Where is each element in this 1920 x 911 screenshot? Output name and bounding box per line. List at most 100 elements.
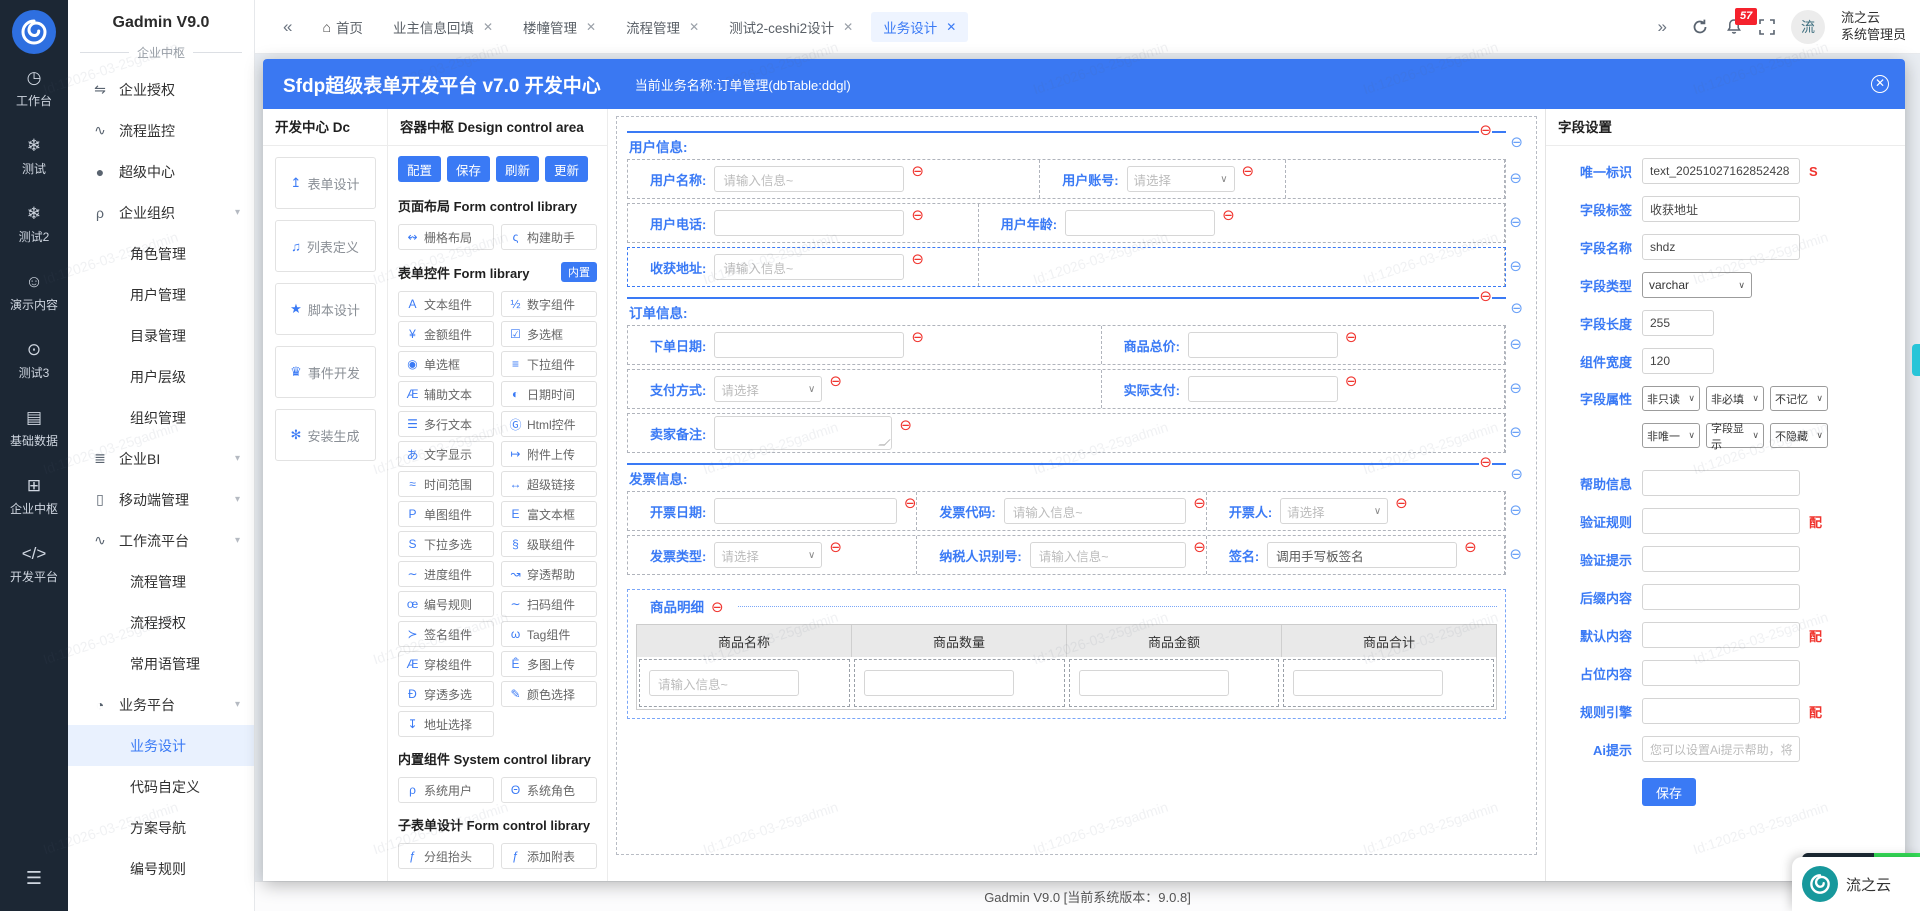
component-button[interactable]: ↝穿透帮助 <box>501 561 597 587</box>
remove-row-icon[interactable]: ⊖ <box>1509 171 1522 186</box>
component-button[interactable]: Æ辅助文本 <box>398 381 494 407</box>
component-button[interactable]: あ文字显示 <box>398 441 494 467</box>
tabs-expand-icon[interactable]: » <box>1650 17 1675 37</box>
delete-group-icon[interactable]: ⊖ <box>1479 123 1492 138</box>
remove-row-icon[interactable]: ⊖ <box>1509 425 1522 440</box>
delete-subtable-icon[interactable]: ⊖ <box>711 600 724 615</box>
component-button[interactable]: ƒ添加附表 <box>501 843 597 869</box>
settings-input[interactable]: 收获地址 <box>1642 196 1800 222</box>
field-input[interactable]: 请输入信息~ <box>1030 542 1186 568</box>
sidebar-subitem-18[interactable]: 方案导航 <box>68 807 254 848</box>
delete-field-icon[interactable]: ⊖ <box>1464 540 1477 555</box>
delete-field-icon[interactable]: ⊖ <box>904 496 917 511</box>
tab-4[interactable]: 测试2-ceshi2设计✕ <box>717 12 865 42</box>
field-input[interactable] <box>714 332 904 358</box>
remove-row-icon[interactable]: ⊖ <box>1509 259 1522 274</box>
rail-item-5[interactable]: ▤基础数据 <box>10 408 58 449</box>
component-button[interactable]: ς构建助手 <box>501 224 597 250</box>
list-define-button[interactable]: ♫列表定义 <box>275 220 376 272</box>
fullscreen-icon[interactable] <box>1759 19 1775 35</box>
refresh-icon[interactable] <box>1691 18 1709 36</box>
canvas-row-0-1[interactable]: 用户电话:⊖用户年龄:⊖⊖ <box>627 203 1506 243</box>
canvas-row-1-2[interactable]: 卖家备注:⊖⊖ <box>627 413 1506 453</box>
tab-3[interactable]: 流程管理✕ <box>614 12 711 42</box>
delete-field-icon[interactable]: ⊖ <box>1222 208 1235 223</box>
user-info[interactable]: 流之云 系统管理员 <box>1841 10 1906 44</box>
remove-row-icon[interactable]: ⊖ <box>1509 547 1522 562</box>
sidebar-subitem-6[interactable]: 目录管理 <box>68 315 254 356</box>
remove-row-icon[interactable]: ⊖ <box>1509 337 1522 352</box>
canvas-row-1-1[interactable]: 支付方式:请选择∨⊖实际支付:⊖⊖ <box>627 369 1506 409</box>
save-button[interactable]: 保存 <box>447 156 490 182</box>
user-avatar[interactable]: 流 <box>1791 10 1825 44</box>
component-button[interactable]: Æ穿梭组件 <box>398 651 494 677</box>
delete-field-icon[interactable]: ⊖ <box>1345 330 1358 345</box>
component-button[interactable]: ◐日期时间 <box>501 381 597 407</box>
field-input[interactable] <box>1188 332 1338 358</box>
sidebar-item-15[interactable]: ◔业务平台▾ <box>68 684 254 725</box>
tab-close-icon[interactable]: ✕ <box>586 20 596 34</box>
field-input[interactable]: 请输入信息~ <box>714 254 904 280</box>
sidebar-subitem-8[interactable]: 组织管理 <box>68 397 254 438</box>
remove-group-icon[interactable]: ⊖ <box>1510 135 1523 150</box>
event-dev-button[interactable]: ♛事件开发 <box>275 346 376 398</box>
component-button[interactable]: P单图组件 <box>398 501 494 527</box>
settings-input[interactable] <box>1642 508 1800 534</box>
settings-input[interactable] <box>1642 584 1800 610</box>
field-select[interactable]: 请选择∨ <box>714 376 822 402</box>
sidebar-item-3[interactable]: ρ企业组织▾ <box>68 192 254 233</box>
delete-group-icon[interactable]: ⊖ <box>1479 455 1492 470</box>
component-button[interactable]: ¥金额组件 <box>398 321 494 347</box>
tab-close-icon[interactable]: ✕ <box>946 20 956 34</box>
component-button[interactable]: ωTag组件 <box>501 621 597 647</box>
subtable-cell-input[interactable] <box>1293 670 1443 696</box>
settings-input[interactable] <box>1642 546 1800 572</box>
rail-item-3[interactable]: ☺演示内容 <box>10 272 58 313</box>
delete-field-icon[interactable]: ⊖ <box>829 540 842 555</box>
refresh-button[interactable]: 刷新 <box>496 156 539 182</box>
canvas-row-1-0[interactable]: 下单日期:⊖商品总价:⊖⊖ <box>627 325 1506 365</box>
tab-close-icon[interactable]: ✕ <box>689 20 699 34</box>
settings-input[interactable]: 您可以设置Ai提示帮助，将 <box>1642 736 1800 762</box>
settings-select[interactable]: varchar∨ <box>1642 272 1752 298</box>
field-input[interactable]: 请输入信息~ <box>714 166 904 192</box>
rail-item-4[interactable]: ⊙测试3 <box>10 340 58 381</box>
canvas-row-2-1[interactable]: 发票类型:请选择∨⊖纳税人识别号:请输入信息~⊖签名:调用手写板签名⊖⊖ <box>627 535 1506 575</box>
field-select[interactable]: 请选择∨ <box>714 542 822 568</box>
tab-2[interactable]: 楼幢管理✕ <box>511 12 608 42</box>
sidebar-item-11[interactable]: ∿工作流平台▾ <box>68 520 254 561</box>
settings-attr-select[interactable]: 字段显示∨ <box>1706 423 1764 448</box>
component-button[interactable]: Ê多图上传 <box>501 651 597 677</box>
component-button[interactable]: ↭栅格布局 <box>398 224 494 250</box>
component-button[interactable]: œ编号规则 <box>398 591 494 617</box>
remove-group-icon[interactable]: ⊖ <box>1510 467 1523 482</box>
delete-field-icon[interactable]: ⊖ <box>1242 164 1255 179</box>
sidebar-subitem-12[interactable]: 流程管理 <box>68 561 254 602</box>
settings-config-link[interactable]: 配 <box>1809 512 1822 531</box>
subtable-cell-input[interactable] <box>1079 670 1229 696</box>
settings-input[interactable]: text_20251027162852428 <box>1642 158 1800 184</box>
settings-attr-select[interactable]: 不隐藏∨ <box>1770 423 1828 448</box>
field-input[interactable] <box>714 210 904 236</box>
tab-0[interactable]: ⌂首页 <box>310 12 374 42</box>
field-input[interactable] <box>1188 376 1338 402</box>
rail-item-6[interactable]: ⊞企业中枢 <box>10 476 58 517</box>
subtable-cell-input[interactable] <box>864 670 1014 696</box>
rail-item-7[interactable]: </>开发平台 <box>10 544 58 585</box>
field-textarea[interactable] <box>714 416 892 450</box>
component-button[interactable]: ≈时间范围 <box>398 471 494 497</box>
settings-input[interactable] <box>1642 470 1800 496</box>
delete-group-icon[interactable]: ⊖ <box>1479 289 1492 304</box>
component-button[interactable]: ∼进度组件 <box>398 561 494 587</box>
field-input[interactable]: 请输入信息~ <box>1004 498 1186 524</box>
component-button[interactable]: ½数字组件 <box>501 291 597 317</box>
delete-field-icon[interactable]: ⊖ <box>911 330 924 345</box>
component-button[interactable]: ƒ分组抬头 <box>398 843 494 869</box>
remove-row-icon[interactable]: ⊖ <box>1509 503 1522 518</box>
remove-row-icon[interactable]: ⊖ <box>1509 381 1522 396</box>
settings-attr-select[interactable]: 非只读∨ <box>1642 386 1700 411</box>
sidebar-subitem-17[interactable]: 代码自定义 <box>68 766 254 807</box>
update-button[interactable]: 更新 <box>545 156 588 182</box>
script-design-button[interactable]: ★脚本设计 <box>275 283 376 335</box>
delete-field-icon[interactable]: ⊖ <box>911 208 924 223</box>
